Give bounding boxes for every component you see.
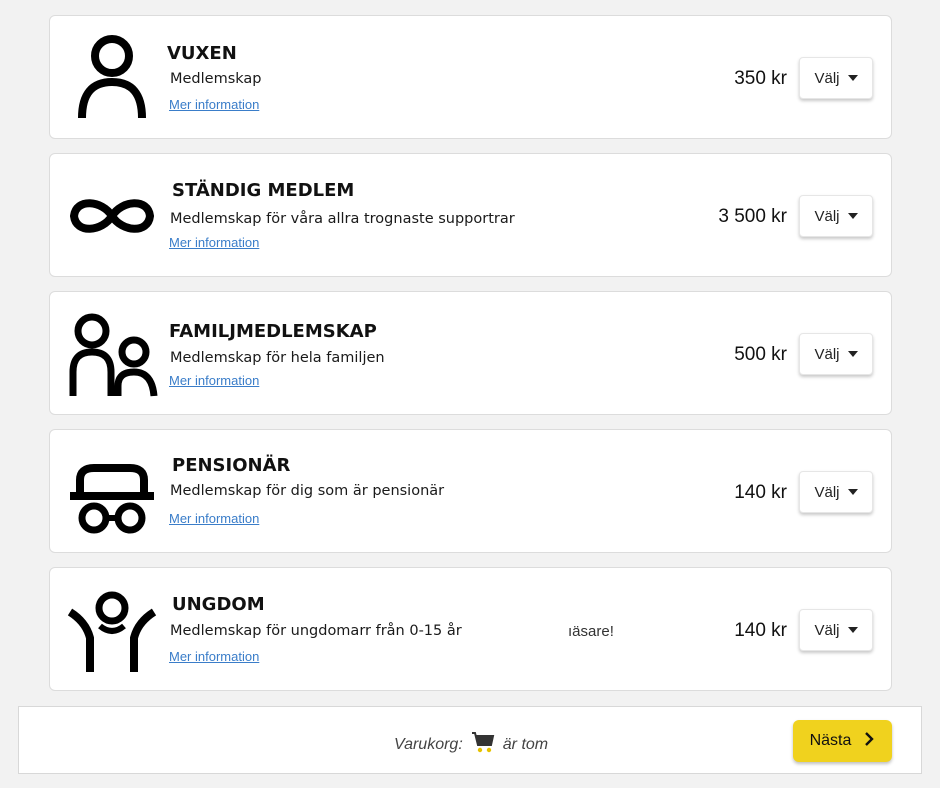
family-icon: [64, 310, 160, 398]
membership-title: PENSIONÄR: [172, 455, 291, 476]
membership-title: FAMILJMEDLEMSKAP: [169, 321, 377, 342]
more-info-link[interactable]: Mer information: [169, 97, 259, 112]
select-label: Välj: [814, 621, 840, 639]
membership-description: Medlemskap för hela familjen: [170, 350, 385, 366]
membership-price: 350 kr: [734, 68, 787, 89]
membership-description: Medlemskap: [170, 71, 262, 87]
membership-title: UNGDOM: [172, 594, 265, 615]
membership-title: VUXEN: [167, 43, 237, 64]
caret-down-icon: [847, 489, 858, 495]
cart-status[interactable]: Varukorg: är tom: [394, 731, 548, 758]
youth-icon: [64, 586, 160, 674]
cart-empty-status: är tom: [502, 735, 549, 753]
select-label: Välj: [814, 69, 840, 87]
more-info-link[interactable]: Mer information: [169, 649, 259, 664]
cart-icon: [471, 731, 495, 758]
caret-down-icon: [847, 213, 858, 219]
select-button[interactable]: Välj: [799, 195, 873, 237]
person-icon: [64, 34, 160, 122]
membership-card-standig-medlem: STÄNDIG MEDLEM Medlemskap för våra allra…: [49, 153, 892, 277]
select-label: Välj: [814, 207, 840, 225]
select-label: Välj: [814, 345, 840, 363]
caret-down-icon: [847, 351, 858, 357]
next-label: Nästa: [809, 732, 852, 749]
more-info-link[interactable]: Mer information: [169, 511, 259, 526]
select-button[interactable]: Välj: [799, 57, 873, 99]
membership-price: 500 kr: [734, 344, 787, 365]
membership-description: Medlemskap för ungdomarr från 0-15 år: [170, 623, 462, 639]
select-button[interactable]: Välj: [799, 333, 873, 375]
select-button[interactable]: Välj: [799, 471, 873, 513]
cart-label: Varukorg:: [394, 735, 463, 753]
more-info-link[interactable]: Mer information: [169, 373, 259, 388]
select-label: Välj: [814, 483, 840, 501]
next-button[interactable]: Nästa: [793, 720, 892, 762]
caret-down-icon: [847, 75, 858, 81]
senior-icon: [64, 448, 160, 536]
membership-description: Medlemskap för dig som är pensionär: [170, 483, 445, 499]
membership-price: 140 kr: [734, 620, 787, 641]
membership-card-pensionar: PENSIONÄR Medlemskap för dig som är pens…: [49, 429, 892, 553]
membership-card-vuxen: VUXEN Medlemskap Mer information 350 kr …: [49, 15, 892, 139]
more-info-link[interactable]: Mer information: [169, 235, 259, 250]
membership-description: Medlemskap för våra allra trognaste supp…: [170, 211, 515, 227]
overlay-text-fragment: ıäsare!: [568, 623, 614, 640]
chevron-right-icon: [863, 731, 875, 752]
membership-price: 3 500 kr: [718, 206, 787, 227]
membership-card-familj: FAMILJMEDLEMSKAP Medlemskap för hela fam…: [49, 291, 892, 415]
caret-down-icon: [847, 627, 858, 633]
select-button[interactable]: Välj: [799, 609, 873, 651]
membership-title: STÄNDIG MEDLEM: [172, 180, 355, 201]
infinity-icon: [64, 172, 160, 260]
membership-card-ungdom: UNGDOM Medlemskap för ungdomarr från 0-1…: [49, 567, 892, 691]
cart-footer: Varukorg: är tom Nästa: [18, 706, 922, 774]
membership-price: 140 kr: [734, 482, 787, 503]
